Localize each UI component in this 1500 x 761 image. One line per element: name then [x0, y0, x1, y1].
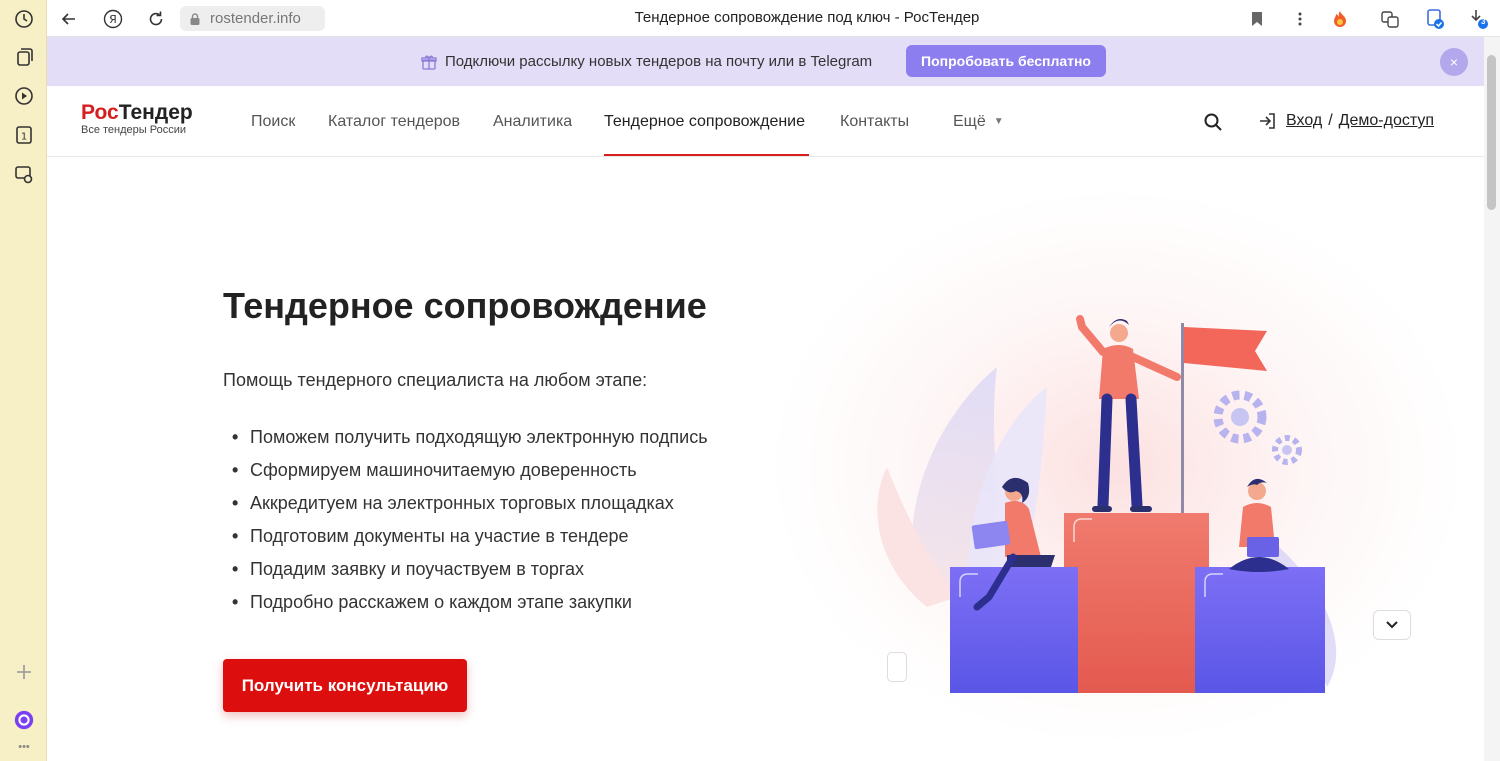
demo-access-link[interactable]: Демо-доступ	[1339, 112, 1434, 130]
try-free-button[interactable]: Попробовать бесплатно	[906, 45, 1106, 77]
page-title: Тендерное сопровождение под ключ - РосТе…	[634, 9, 980, 26]
active-nav-underline	[604, 154, 809, 156]
history-icon[interactable]	[12, 7, 36, 31]
chevron-down-icon: ▼	[993, 116, 1004, 128]
nav-contacts[interactable]: Контакты	[840, 113, 909, 131]
browser-side-panel: 1 •••	[0, 0, 47, 761]
video-icon[interactable]	[12, 84, 36, 108]
list-item: • Поможем получить подходящую электронную…	[232, 427, 708, 447]
list-item: • Подадим заявку и поучаствуем в торгах	[232, 559, 585, 579]
translate-icon[interactable]	[1378, 7, 1402, 31]
chevron-down-icon	[1386, 621, 1398, 629]
list-item: • Подготовим документы на участие в тенде…	[232, 526, 629, 546]
downloads-badge: 3	[1481, 17, 1486, 26]
downloads-icon[interactable]: 3	[1466, 7, 1490, 31]
tab-count: 1	[21, 132, 27, 143]
fire-extension-icon[interactable]	[1328, 7, 1352, 31]
nav-more[interactable]: Ещё ▼	[953, 113, 1004, 131]
scrollbar-thumb[interactable]	[1487, 55, 1496, 210]
bookmark-icon[interactable]	[1245, 7, 1269, 31]
promo-text: Подключи рассылку новых тендеров на почт…	[445, 53, 873, 70]
list-item: • Подробно расскажем о каждом этапе закуп…	[232, 592, 632, 612]
address-bar[interactable]: rostender.info	[180, 6, 325, 31]
gift-icon	[421, 54, 437, 70]
close-icon[interactable]: ×	[1440, 48, 1468, 76]
hero-title: Тендерное сопровождение	[223, 285, 707, 326]
site-header: РосТендер Все тендеры России Поиск Катал…	[47, 86, 1484, 157]
logo-red-part: Рос	[81, 101, 119, 124]
site-logo[interactable]: РосТендер Все тендеры России	[81, 101, 193, 137]
nav-analytics[interactable]: Аналитика	[493, 113, 572, 131]
search-icon[interactable]	[1203, 112, 1223, 132]
list-item: • Сформируем машиночитаемую доверенность	[232, 460, 637, 480]
nav-tender-support[interactable]: Тендерное сопровождение	[604, 113, 805, 131]
get-consultation-button[interactable]: Получить консультацию	[223, 659, 467, 712]
back-icon[interactable]	[57, 7, 81, 31]
page-scrollbar[interactable]	[1484, 37, 1500, 761]
team-podium-illustration	[877, 315, 1337, 693]
camera-icon[interactable]	[887, 652, 907, 682]
alice-icon[interactable]	[12, 708, 36, 732]
document-check-icon[interactable]	[1423, 7, 1447, 31]
auth-links: Вход / Демо-доступ	[1258, 111, 1434, 131]
scroll-down-button[interactable]	[1373, 610, 1411, 640]
logo-tagline: Все тендеры России	[81, 124, 186, 136]
menu-dots-icon[interactable]	[1288, 7, 1312, 31]
hero-section: Тендерное сопровождение Помощь тендерног…	[47, 157, 1484, 761]
reload-icon[interactable]	[144, 7, 168, 31]
lock-icon	[190, 12, 200, 25]
login-icon	[1260, 113, 1275, 129]
svg-text:Я: Я	[109, 13, 117, 26]
yandex-icon[interactable]: Я	[101, 7, 125, 31]
collections-icon[interactable]	[12, 45, 36, 69]
url-text: rostender.info	[210, 10, 301, 27]
nav-catalog[interactable]: Каталог тендеров	[328, 113, 460, 131]
tab-counter-icon[interactable]: 1	[12, 123, 36, 147]
add-icon[interactable]	[12, 660, 36, 684]
more-icon[interactable]: •••	[12, 735, 36, 759]
screenshot-icon[interactable]	[12, 162, 36, 186]
list-item: • Аккредитуем на электронных торговых пло…	[232, 493, 674, 513]
login-link[interactable]: Вход	[1286, 112, 1322, 130]
promo-banner: Подключи рассылку новых тендеров на почт…	[47, 37, 1484, 86]
logo-dark-part: Тендер	[118, 101, 193, 124]
hero-subtitle: Помощь тендерного специалиста на любом э…	[223, 370, 648, 390]
browser-toolbar: Я rostender.info Тендерное сопровождение…	[47, 0, 1500, 37]
nav-more-label: Ещё	[953, 113, 986, 130]
nav-search[interactable]: Поиск	[251, 113, 295, 131]
auth-separator: /	[1328, 112, 1333, 129]
services-list: • Поможем получить подходящую электронную…	[232, 426, 708, 624]
